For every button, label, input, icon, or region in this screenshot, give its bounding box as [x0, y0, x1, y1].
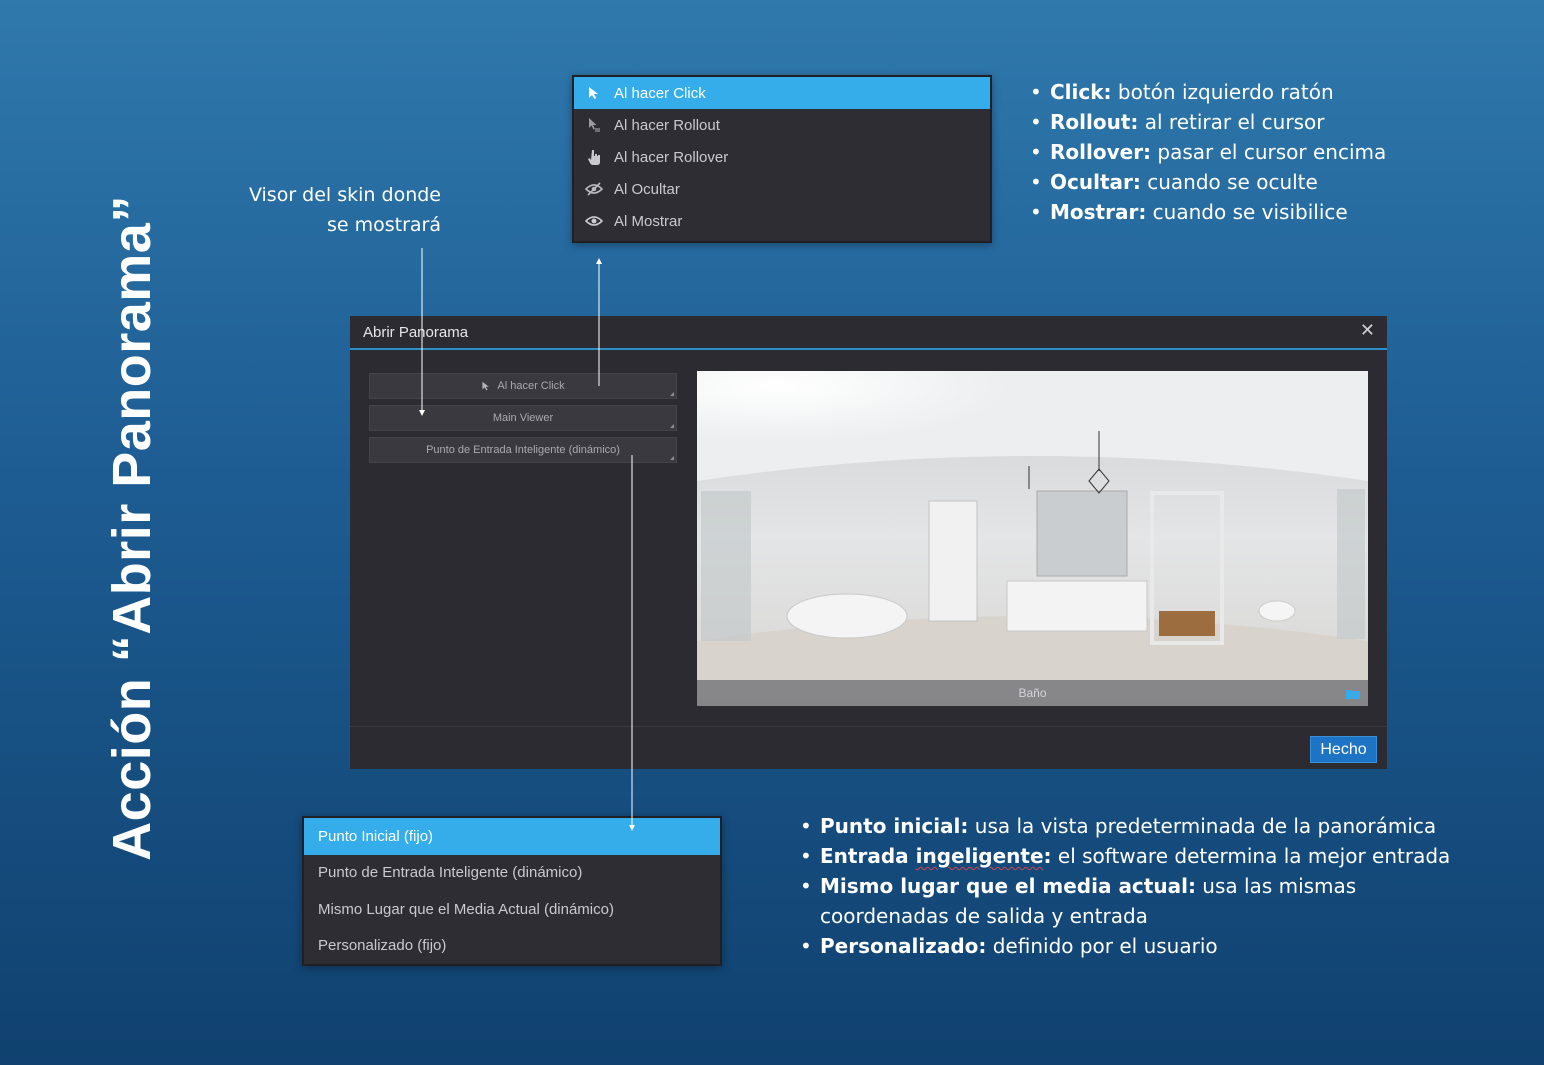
entry-point-descriptions: Punto inicial: usa la vista predetermina…	[800, 811, 1490, 961]
eye-slash-icon	[584, 181, 604, 197]
menu-item-initial-point[interactable]: Punto Inicial (fijo)	[304, 818, 720, 855]
cursor-rollout-icon	[584, 117, 604, 133]
folder-icon[interactable]	[1346, 688, 1360, 699]
menu-item-smart-entry[interactable]: Punto de Entrada Inteligente (dinámico)	[304, 855, 720, 892]
misspelled-word: ingeligente	[915, 844, 1044, 868]
entry-point-dropdown-value: Punto de Entrada Inteligente (dinámico)	[426, 444, 620, 456]
panorama-caption: Baño	[697, 680, 1368, 706]
hand-pointer-icon	[584, 149, 604, 165]
dialog-title: Abrir Panorama	[363, 323, 469, 341]
eye-icon	[584, 213, 604, 229]
dialog-titlebar: Abrir Panorama ✕	[350, 316, 1387, 350]
list-item: Entrada ingeligente: el software determi…	[800, 841, 1490, 871]
viewer-dropdown[interactable]: Main Viewer	[369, 405, 677, 431]
close-icon[interactable]: ✕	[1360, 320, 1375, 341]
cursor-arrow-icon	[482, 381, 490, 391]
menu-item-custom[interactable]: Personalizado (fijo)	[304, 928, 720, 965]
menu-item-on-click[interactable]: Al hacer Click	[574, 77, 990, 109]
cursor-arrow-icon	[584, 85, 604, 101]
entry-point-menu: Punto Inicial (fijo) Punto de Entrada In…	[302, 816, 722, 966]
viewer-dropdown-value: Main Viewer	[492, 412, 554, 424]
open-panorama-dialog: Abrir Panorama ✕ Al hacer Click Main Vie…	[350, 316, 1387, 769]
menu-item-label: Al Mostrar	[614, 212, 683, 230]
done-button[interactable]: Hecho	[1310, 736, 1377, 763]
dropdown-corner-icon	[670, 392, 674, 396]
event-dropdown-value: Al hacer Click	[497, 380, 565, 392]
list-item: Personalizado: definido por el usuario	[800, 931, 1490, 961]
event-descriptions: Click: botón izquierdo ratón Rollout: al…	[1030, 77, 1386, 227]
events-menu: Al hacer Click Al hacer Rollout Al hacer…	[572, 75, 992, 243]
list-item: Mismo lugar que el media actual: usa las…	[800, 871, 1490, 931]
menu-item-label: Al hacer Click	[614, 84, 706, 102]
menu-item-label: Al hacer Rollover	[614, 148, 729, 166]
dropdown-corner-icon	[670, 456, 674, 460]
vertical-title: Acción “Abrir Panorama”	[102, 195, 162, 861]
dropdown-corner-icon	[670, 424, 674, 428]
list-item: Mostrar: cuando se visibilice	[1030, 197, 1386, 227]
event-dropdown[interactable]: Al hacer Click	[369, 373, 677, 399]
menu-item-label: Al hacer Rollout	[614, 116, 720, 134]
bathroom-panorama-image	[697, 371, 1368, 706]
menu-item-on-rollout[interactable]: Al hacer Rollout	[574, 109, 990, 141]
list-item: Click: botón izquierdo ratón	[1030, 77, 1386, 107]
list-item: Punto inicial: usa la vista predetermina…	[800, 811, 1490, 841]
entry-point-dropdown[interactable]: Punto de Entrada Inteligente (dinámico)	[369, 437, 677, 463]
panorama-thumbnail[interactable]: Baño	[697, 371, 1368, 706]
menu-item-on-show[interactable]: Al Mostrar	[574, 205, 990, 237]
list-item: Ocultar: cuando se oculte	[1030, 167, 1386, 197]
viewer-note-line-1: Visor del skin donde	[248, 184, 441, 206]
viewer-note: Visor del skin donde se mostrará	[249, 180, 441, 240]
menu-item-on-rollover[interactable]: Al hacer Rollover	[574, 141, 990, 173]
dialog-divider	[350, 726, 1387, 727]
viewer-note-line-2: se mostrará	[326, 214, 441, 236]
list-item: Rollout: al retirar el cursor	[1030, 107, 1386, 137]
menu-item-on-hide[interactable]: Al Ocultar	[574, 173, 990, 205]
menu-item-label: Al Ocultar	[614, 180, 680, 198]
menu-item-same-as-current[interactable]: Mismo Lugar que el Media Actual (dinámic…	[304, 891, 720, 928]
list-item: Rollover: pasar el cursor encima	[1030, 137, 1386, 167]
